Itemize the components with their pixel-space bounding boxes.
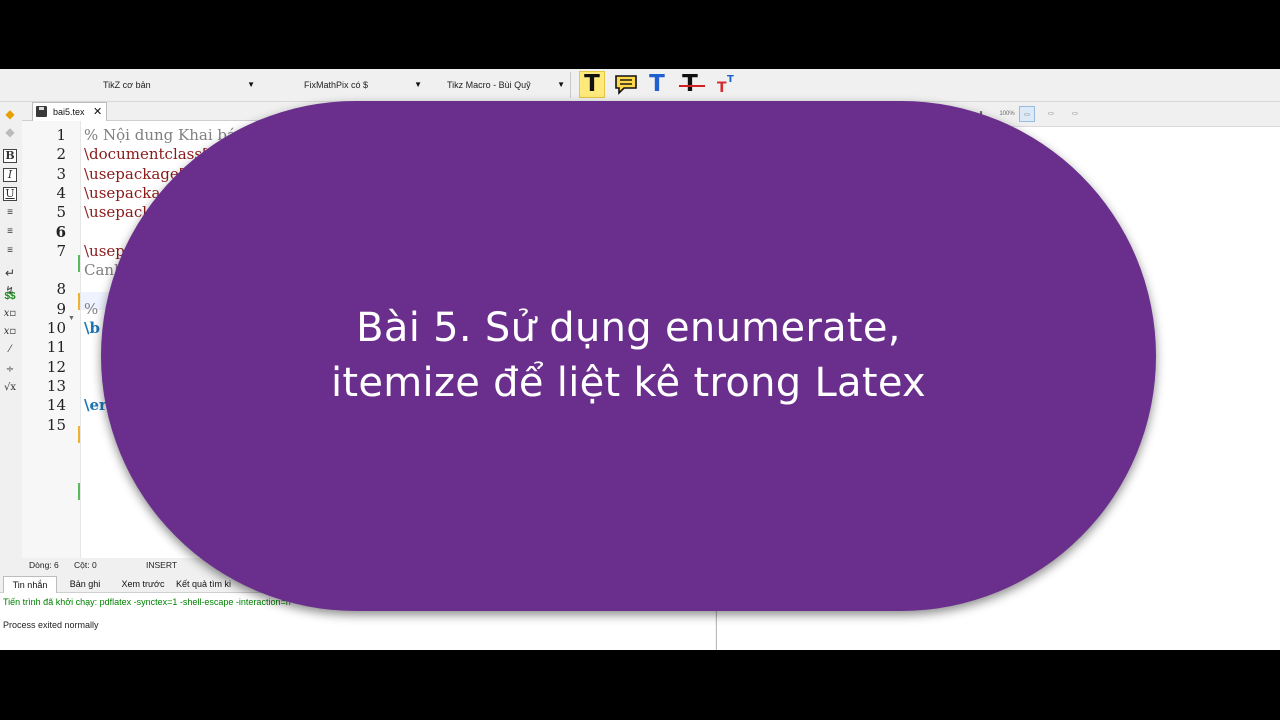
line-number: 11 (46, 338, 66, 357)
tikz-basic-combo[interactable]: TikZ cơ bản ▼ (103, 76, 255, 94)
strikethrough-button[interactable]: T (677, 71, 706, 98)
log-process-exited: Process exited normally (3, 620, 99, 630)
strike-line (679, 85, 706, 87)
line-number: 13 (46, 376, 66, 395)
fraction-icon[interactable]: ⁄ (2, 342, 18, 358)
line-number: 8 (56, 280, 66, 299)
comment-button[interactable] (613, 71, 639, 98)
column-indicator: Cột: 0 (74, 560, 97, 570)
line-number: 2 (56, 145, 66, 164)
text-color-icon: T (649, 71, 665, 97)
tab-messages[interactable]: Tin nhắn (3, 576, 57, 593)
math-mode-icon[interactable]: $$ (2, 289, 18, 305)
line-number: 5 (56, 203, 66, 222)
line-number: 6 (55, 222, 66, 241)
line-number: 9 (56, 299, 66, 318)
subscript-icon[interactable]: x▫ (2, 306, 18, 322)
line-number: 10 (46, 319, 66, 337)
toolbar-separator (570, 72, 571, 98)
tikz-macro-combo-label: Tikz Macro - Bùi Quỹ (447, 80, 531, 90)
text-color-button[interactable]: T (644, 71, 670, 98)
title-banner: Bài 5. Sử dụng enumerate, itemize để liệ… (101, 101, 1156, 611)
line-number: 7 (56, 241, 66, 260)
line-number: 3 (56, 164, 66, 183)
fixmathpix-combo[interactable]: FixMathPix có $ ▼ (304, 76, 422, 94)
tab-filename: bai5.tex (53, 107, 85, 117)
line-number: 15 (46, 415, 66, 434)
text-highlight-button[interactable]: T (579, 71, 605, 98)
italic-button[interactable]: I (3, 168, 17, 182)
line-number: 12 (46, 357, 66, 376)
changed-line-marker (78, 255, 80, 272)
fold-marker-icon[interactable]: ▼ (68, 315, 75, 322)
sqrt-icon[interactable]: √x (2, 380, 18, 396)
text-highlight-icon: T (584, 71, 600, 97)
line-number: 14 (46, 396, 66, 415)
code-line[interactable]: \b (84, 319, 100, 338)
superscript-button[interactable]: T T (713, 71, 739, 98)
banner-title-line2: itemize để liệt kê trong Latex (330, 360, 927, 406)
strikethrough-icon: T (679, 71, 706, 97)
strikethrough-glyph: T (682, 71, 698, 97)
chevron-down-icon: ▼ (414, 80, 422, 89)
tab-bai5[interactable]: bai5.tex ✕ (32, 102, 108, 121)
line-number: 4 (56, 183, 66, 202)
align-center-icon[interactable]: ≡ (2, 224, 18, 240)
changed-line-marker (78, 293, 80, 310)
tikz-basic-combo-label: TikZ cơ bản (103, 80, 151, 90)
align-right-icon[interactable]: ≡ (2, 243, 18, 259)
align-left-icon[interactable]: ≡ (2, 205, 18, 221)
superscript-icon: T T (715, 74, 737, 96)
bold-button[interactable]: B (3, 149, 17, 163)
tikz-macro-combo[interactable]: Tikz Macro - Bùi Quỹ ▼ (447, 76, 565, 94)
save-disk-icon (36, 106, 47, 117)
fixmathpix-combo-label: FixMathPix có $ (304, 80, 369, 90)
forward-arrow-icon[interactable]: ◆ (2, 124, 18, 140)
dfrac-icon[interactable]: ÷ (2, 362, 18, 378)
changed-line-marker (78, 426, 80, 443)
newline-icon[interactable]: ↵ (2, 265, 18, 281)
line-number: 1 (56, 126, 66, 144)
chevron-down-icon: ▼ (247, 80, 255, 89)
superscript-raised: T (727, 73, 734, 85)
underline-button[interactable]: U (3, 187, 17, 201)
changed-line-marker (78, 483, 80, 500)
main-toolbar: TikZ cơ bản ▼ FixMathPix có $ ▼ Tikz Mac… (0, 69, 1280, 102)
chevron-down-icon: ▼ (557, 80, 565, 89)
superscript-side-icon[interactable]: x▫ (2, 324, 18, 340)
back-arrow-icon[interactable]: ◆ (2, 106, 18, 122)
format-sidebar: ◆ ◆ B I U ≡ ≡ ≡ ↵ ↯ $$ x▫ x▫ ⁄ ÷ √x (0, 102, 22, 562)
superscript-base: T (717, 79, 727, 96)
banner-title: Bài 5. Sử dụng enumerate, itemize để liệ… (101, 101, 1156, 611)
banner-title-line1: Bài 5. Sử dụng enumerate, (356, 305, 901, 351)
speech-bubble-icon (615, 74, 637, 95)
line-indicator: Dòng: 6 (29, 560, 59, 570)
